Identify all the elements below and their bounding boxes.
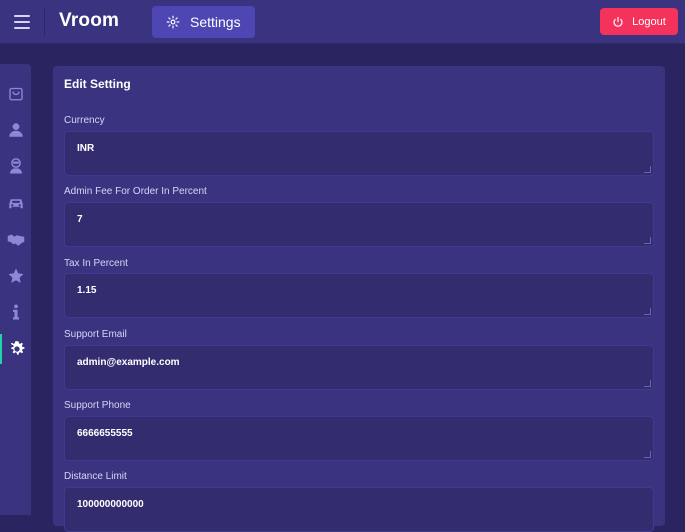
currency-value: INR bbox=[77, 143, 95, 154]
tax-input[interactable]: 1.15 bbox=[64, 273, 654, 318]
tab-settings[interactable]: Settings bbox=[152, 6, 255, 38]
resize-handle[interactable] bbox=[644, 451, 651, 458]
handshake-icon bbox=[7, 234, 24, 246]
support-email-value: admin@example.com bbox=[77, 357, 180, 368]
logout-button[interactable]: Logout bbox=[600, 8, 678, 35]
currency-label: Currency bbox=[64, 115, 105, 126]
sidebar-item-users[interactable] bbox=[0, 115, 31, 145]
support-email-label: Support Email bbox=[64, 329, 127, 340]
distance-limit-value: 100000000000 bbox=[77, 499, 144, 510]
tab-settings-label: Settings bbox=[190, 14, 241, 30]
shopping-bag-icon bbox=[8, 87, 23, 101]
resize-handle[interactable] bbox=[644, 308, 651, 315]
edit-setting-card: Edit Setting Currency INR Admin Fee For … bbox=[53, 66, 665, 532]
settings-gear-icon bbox=[166, 15, 180, 29]
driver-icon bbox=[9, 158, 22, 174]
tax-label: Tax In Percent bbox=[64, 258, 128, 269]
sidebar-item-vehicles[interactable] bbox=[0, 188, 31, 218]
power-icon bbox=[613, 16, 623, 27]
support-phone-input[interactable]: 6666655555 bbox=[64, 416, 654, 461]
brand-logo[interactable]: Vroom bbox=[59, 10, 119, 32]
sidebar-item-reviews[interactable] bbox=[0, 261, 31, 291]
tax-value: 1.15 bbox=[77, 285, 97, 296]
sidebar-item-info[interactable] bbox=[0, 297, 31, 327]
menu-icon[interactable] bbox=[14, 15, 30, 29]
star-icon bbox=[8, 268, 23, 283]
brand-divider bbox=[44, 8, 45, 36]
admin-fee-value: 7 bbox=[77, 214, 83, 225]
user-icon bbox=[8, 123, 23, 137]
logout-label: Logout bbox=[632, 15, 666, 28]
sidebar-item-partners[interactable] bbox=[0, 224, 31, 254]
admin-fee-label: Admin Fee For Order In Percent bbox=[64, 186, 207, 197]
distance-limit-input[interactable]: 100000000000 bbox=[64, 487, 654, 532]
card-title: Edit Setting bbox=[64, 77, 131, 91]
resize-handle[interactable] bbox=[644, 380, 651, 387]
support-email-input[interactable]: admin@example.com bbox=[64, 345, 654, 390]
sidebar-item-drivers[interactable] bbox=[0, 151, 31, 181]
admin-fee-input[interactable]: 7 bbox=[64, 202, 654, 247]
sidebar-item-settings[interactable] bbox=[0, 334, 31, 364]
car-icon bbox=[8, 199, 23, 209]
distance-limit-label: Distance Limit bbox=[64, 471, 127, 482]
support-phone-label: Support Phone bbox=[64, 400, 131, 411]
sidebar bbox=[0, 64, 31, 515]
gear-icon bbox=[10, 341, 25, 355]
resize-handle[interactable] bbox=[644, 166, 651, 173]
resize-handle[interactable] bbox=[644, 237, 651, 244]
top-bar: Vroom Settings Logout bbox=[0, 0, 685, 44]
currency-input[interactable]: INR bbox=[64, 131, 654, 176]
support-phone-value: 6666655555 bbox=[77, 428, 133, 439]
sidebar-item-orders[interactable] bbox=[0, 78, 31, 108]
info-icon bbox=[12, 304, 19, 320]
